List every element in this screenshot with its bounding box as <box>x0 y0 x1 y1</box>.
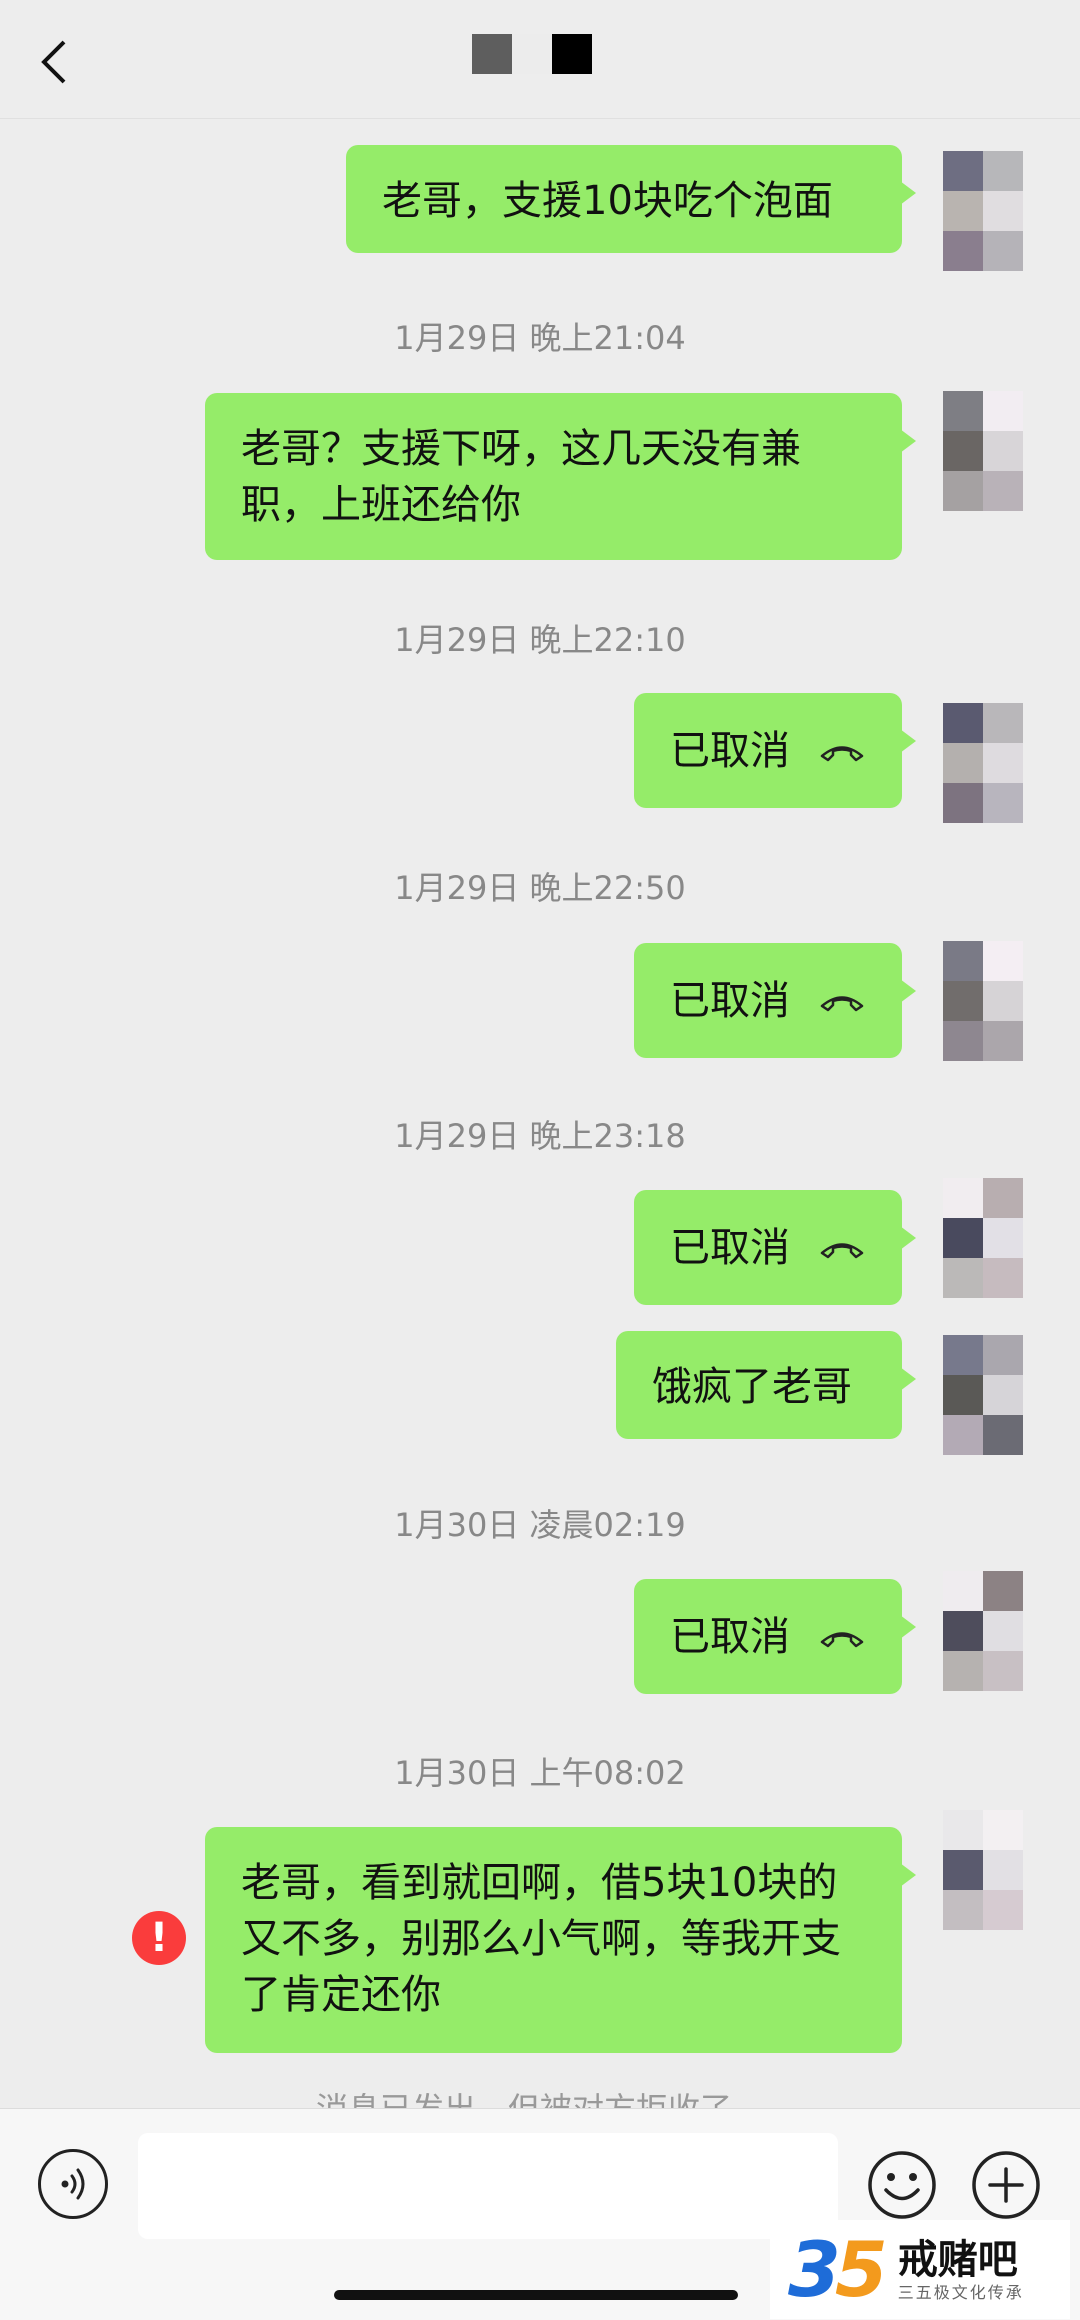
call-cancelled-bubble[interactable]: 已取消 <box>634 1190 916 1305</box>
hangup-icon <box>818 989 866 1013</box>
back-button[interactable] <box>30 36 82 88</box>
message-text: 老哥，支援10块吃个泡面 <box>382 178 833 224</box>
watermark-subtitle: 三五极文化传承 <box>897 2282 1024 2302</box>
timestamp: 1月29日 晚上22:10 <box>394 621 686 659</box>
more-button[interactable] <box>970 2149 1042 2221</box>
watermark-text: 戒赌吧 <box>897 2236 1018 2283</box>
error-icon[interactable]: ! <box>132 1911 186 1965</box>
avatar[interactable] <box>943 1571 1023 1691</box>
timestamp: 1月29日 晚上21:04 <box>394 319 686 357</box>
avatar[interactable] <box>943 1335 1023 1455</box>
timestamp: 1月30日 凌晨02:19 <box>394 1506 686 1544</box>
call-status-text: 已取消 <box>670 977 790 1024</box>
chat-header <box>0 0 1080 119</box>
message-text: 老哥？支援下呀，这几天没有兼职，上班还给你 <box>241 426 801 528</box>
chevron-left-icon <box>41 40 66 84</box>
avatar[interactable] <box>943 941 1023 1061</box>
emoji-button[interactable] <box>866 2149 938 2221</box>
message-bubble[interactable]: 老哥，看到就回啊，借5块10块的又不多，别那么小气啊，等我开支了肯定还你 <box>205 1827 916 2053</box>
hangup-icon <box>818 1625 866 1649</box>
timestamp: 1月30日 上午08:02 <box>394 1754 686 1792</box>
call-status-text: 已取消 <box>670 727 790 774</box>
contact-name-mosaic <box>472 34 592 74</box>
call-cancelled-bubble[interactable]: 已取消 <box>634 1579 916 1694</box>
avatar[interactable] <box>943 151 1023 271</box>
message-text: 老哥，看到就回啊，借5块10块的又不多，别那么小气啊，等我开支了肯定还你 <box>241 1860 841 2018</box>
avatar[interactable] <box>943 703 1023 823</box>
call-cancelled-bubble[interactable]: 已取消 <box>634 943 916 1058</box>
emoji-icon <box>868 2151 936 2219</box>
watermark-logo: 35 戒赌吧 三五极文化传承 <box>770 2220 1070 2319</box>
home-indicator <box>334 2290 738 2300</box>
message-bubble[interactable]: 老哥？支援下呀，这几天没有兼职，上班还给你 <box>205 393 916 560</box>
timestamp: 1月29日 晚上22:50 <box>394 869 686 907</box>
timestamp: 1月29日 晚上23:18 <box>394 1117 686 1155</box>
avatar[interactable] <box>943 391 1023 511</box>
message-text: 饿疯了老哥 <box>652 1364 852 1410</box>
avatar[interactable] <box>943 1178 1023 1298</box>
hangup-icon <box>818 1236 866 1260</box>
message-input[interactable] <box>138 2133 838 2239</box>
voice-button[interactable] <box>38 2149 108 2219</box>
voice-icon <box>61 2168 85 2200</box>
avatar[interactable] <box>943 1810 1023 1930</box>
message-bubble[interactable]: 饿疯了老哥 <box>616 1331 916 1439</box>
plus-icon <box>972 2151 1040 2219</box>
hangup-icon <box>818 739 866 763</box>
call-cancelled-bubble[interactable]: 已取消 <box>634 693 916 808</box>
call-status-text: 已取消 <box>670 1224 790 1271</box>
watermark-number: 35 <box>788 2225 888 2314</box>
call-status-text: 已取消 <box>670 1613 790 1660</box>
message-bubble[interactable]: 老哥，支援10块吃个泡面 <box>346 145 916 253</box>
